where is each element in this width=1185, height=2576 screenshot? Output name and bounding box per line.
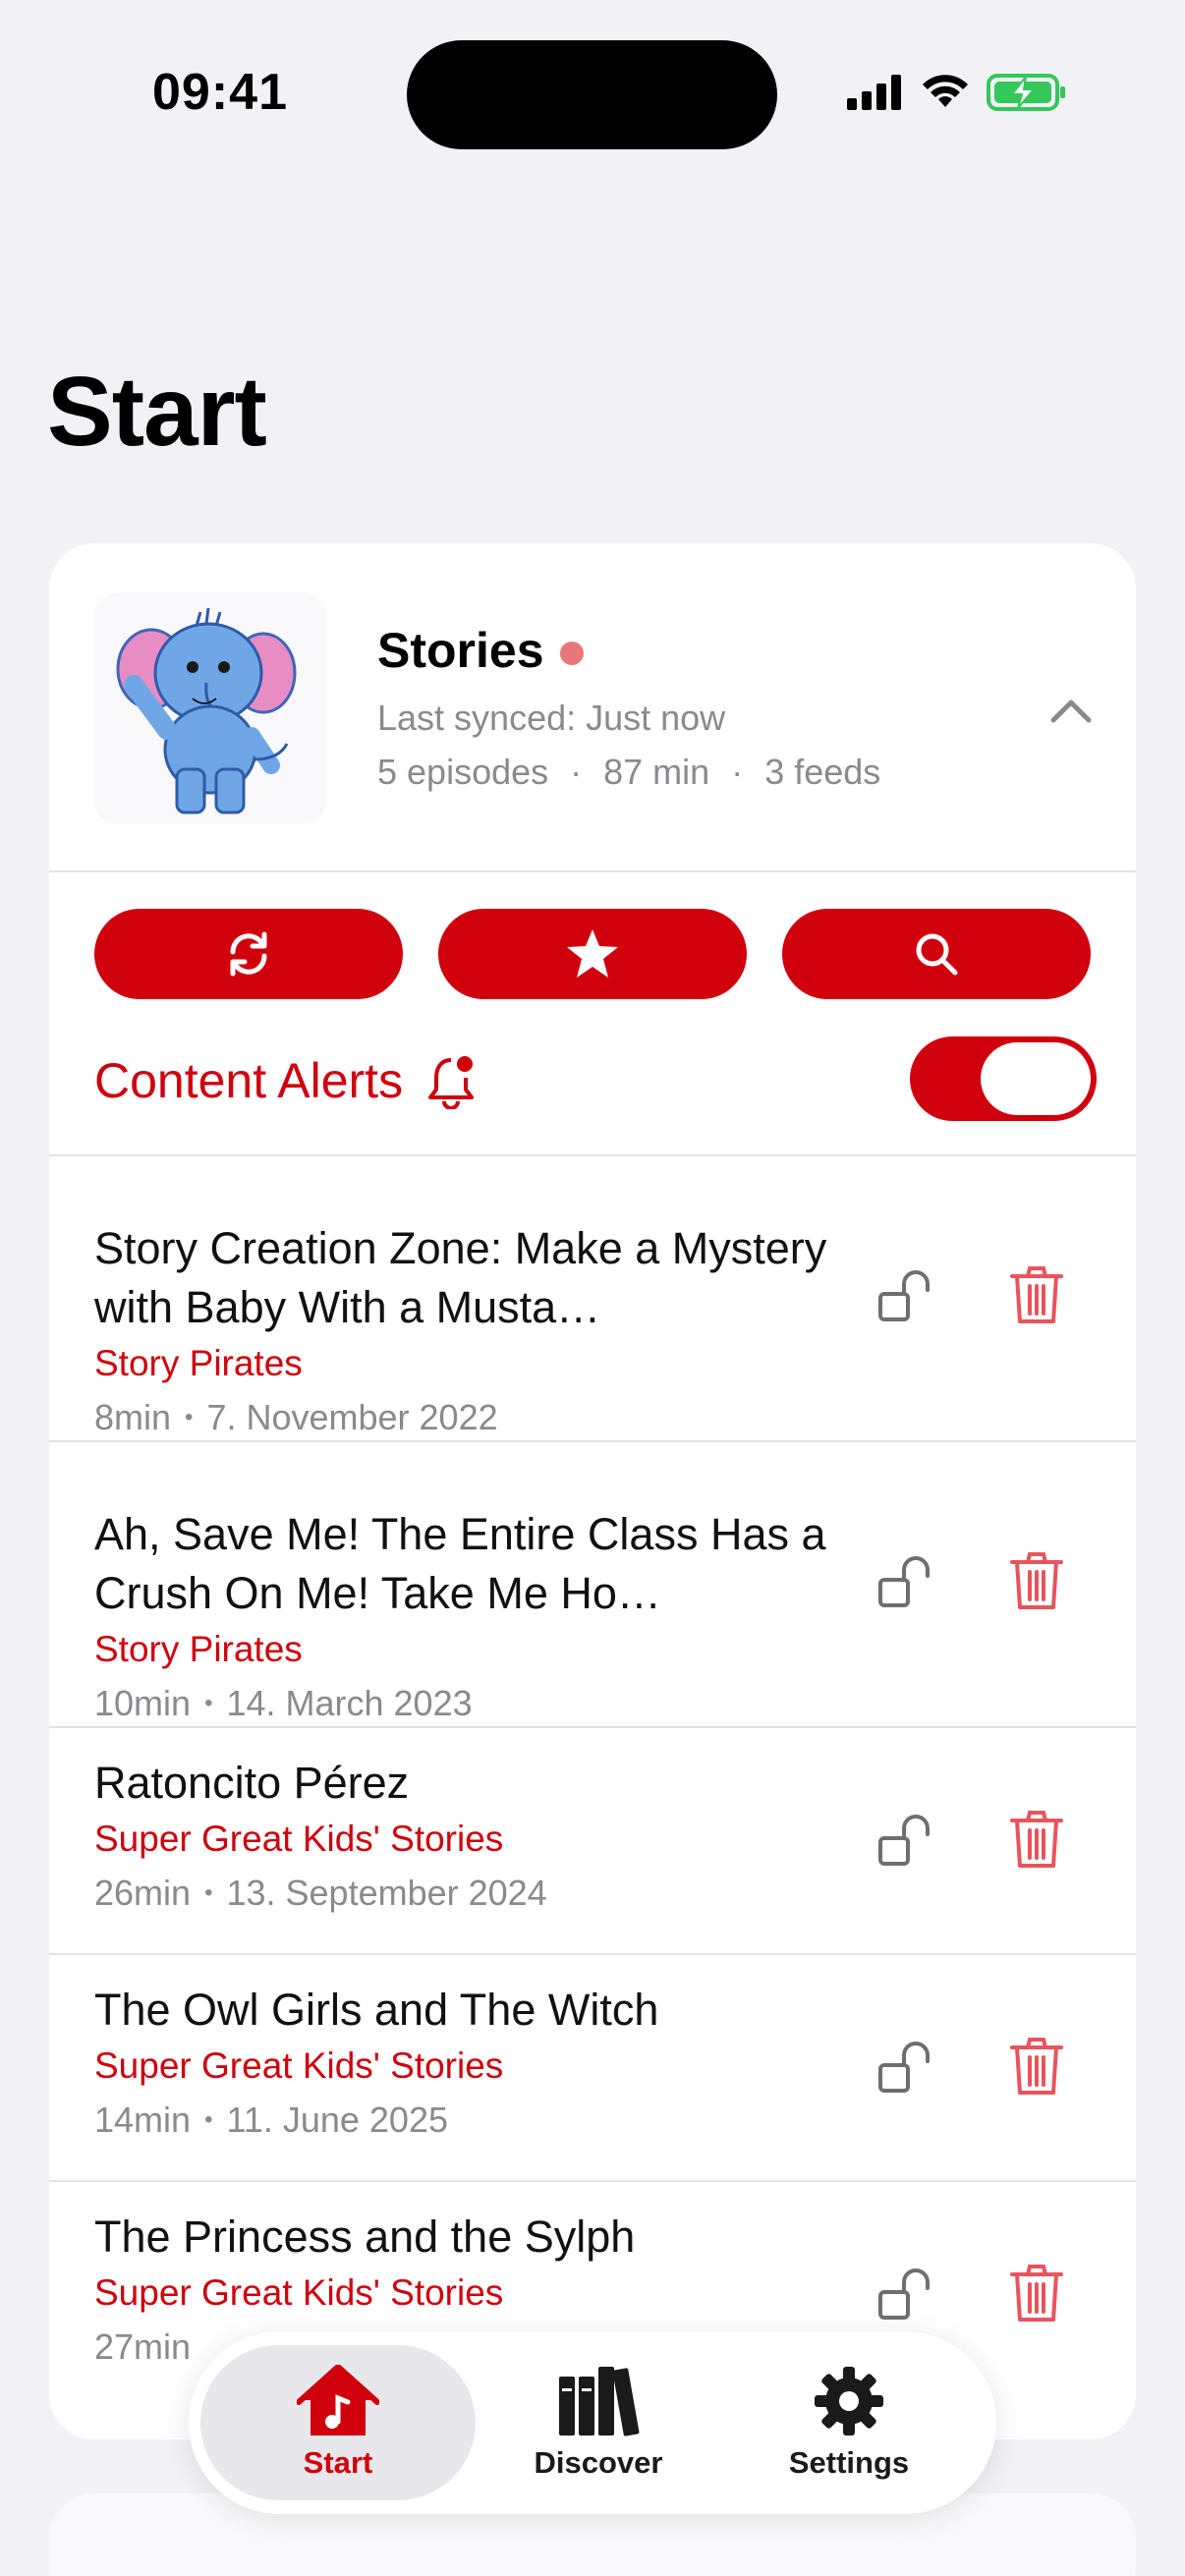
feed-header[interactable]: Stories Last synced: Just now 5 episodes… <box>49 543 1136 872</box>
trash-icon[interactable] <box>1008 1550 1065 1613</box>
content-alerts-label: Content Alerts <box>94 1053 404 1108</box>
toggle-knob <box>981 1042 1091 1115</box>
feed-card: Stories Last synced: Just now 5 episodes… <box>49 543 1136 2439</box>
list-item[interactable]: The Owl Girls and The Witch Super Great … <box>49 1955 1136 2182</box>
star-icon <box>567 929 618 978</box>
bell-badge-icon <box>428 1056 475 1109</box>
episode-title: Story Creation Zone: Make a Mystery with… <box>94 1223 827 1332</box>
episode-feed: Story Pirates <box>94 1343 303 1383</box>
dynamic-island <box>407 40 777 149</box>
gear-icon <box>815 2367 883 2436</box>
list-item[interactable]: Ratoncito Pérez Super Great Kids' Storie… <box>49 1728 1136 1955</box>
action-buttons <box>94 909 1091 999</box>
episode-title: Ah, Save Me! The Entire Class Has a Crus… <box>94 1509 826 1618</box>
trash-icon[interactable] <box>1008 1264 1065 1327</box>
wifi-icon <box>923 75 968 107</box>
episode-date: 13. September 2024 <box>226 1873 547 1913</box>
books-icon <box>559 2367 640 2436</box>
feed-artwork <box>94 592 326 824</box>
sync-icon <box>230 931 267 977</box>
meta-separator: • <box>204 2106 213 2133</box>
tab-discover[interactable]: Discover <box>476 2331 721 2514</box>
unlock-icon[interactable] <box>875 1809 937 1872</box>
sync-button[interactable] <box>94 909 403 999</box>
episode-feed: Story Pirates <box>94 1629 303 1669</box>
unlock-icon[interactable] <box>875 1550 937 1613</box>
trash-icon[interactable] <box>1008 2263 1065 2325</box>
tab-label: Discover <box>534 2445 663 2480</box>
unlock-icon[interactable] <box>875 2036 937 2099</box>
episode-meta: 26min • 13. September 2024 <box>94 1866 841 1921</box>
trash-icon[interactable] <box>1008 1809 1065 1872</box>
episode-duration: 27min <box>94 2326 192 2367</box>
episode-meta: 8min • 7. November 2022 <box>94 1390 841 1445</box>
content-alerts-row: Content Alerts <box>94 1052 478 1109</box>
search-button[interactable] <box>782 909 1091 999</box>
episode-title: Ratoncito Pérez <box>94 1758 410 1808</box>
episode-duration: 10min <box>94 1683 192 1723</box>
house-music-icon <box>297 2365 379 2436</box>
trash-icon[interactable] <box>1008 2036 1065 2099</box>
episode-duration: 14min <box>94 2100 192 2140</box>
unlock-icon[interactable] <box>875 2263 937 2325</box>
episode-feed: Super Great Kids' Stories <box>94 2045 504 2086</box>
feed-count: 3 feeds <box>764 752 881 792</box>
cellular-signal-icon <box>847 75 901 110</box>
episode-date: 7. November 2022 <box>206 1397 498 1437</box>
tab-label: Start <box>303 2445 373 2480</box>
tab-settings[interactable]: Settings <box>721 2331 977 2514</box>
episode-meta: 14min • 11. June 2025 <box>94 2093 841 2148</box>
elephant-illustration <box>116 607 297 814</box>
episode-feed: Super Great Kids' Stories <box>94 2272 504 2313</box>
total-duration: 87 min <box>603 752 710 792</box>
meta-separator: • <box>204 1690 213 1716</box>
episode-duration: 26min <box>94 1873 192 1913</box>
last-synced-text: Last synced: Just now <box>377 698 726 738</box>
tab-start[interactable]: Start <box>200 2331 476 2514</box>
new-content-dot <box>560 642 584 665</box>
episode-title: The Owl Girls and The Witch <box>94 1985 659 2035</box>
meta-separator: • <box>204 1879 213 1906</box>
chevron-up-icon[interactable] <box>1042 691 1100 730</box>
feed-stats: 5 episodes · 87 min · 3 feeds <box>377 752 880 793</box>
tab-bar: Start Discover Settings <box>189 2331 996 2514</box>
episode-date: 14. March 2023 <box>226 1683 473 1723</box>
content-alerts-toggle[interactable] <box>910 1036 1097 1121</box>
stat-separator: · <box>570 752 583 792</box>
search-icon <box>916 933 958 976</box>
feed-name: Stories <box>377 623 544 678</box>
episode-list: Story Creation Zone: Make a Mystery with… <box>49 1156 1136 2409</box>
episode-meta: 10min • 14. March 2023 <box>94 1676 841 1731</box>
episode-title: The Princess and the Sylph <box>94 2212 636 2262</box>
stat-separator: · <box>731 752 744 792</box>
episode-feed: Super Great Kids' Stories <box>94 1819 504 1859</box>
episode-count: 5 episodes <box>377 752 549 792</box>
status-icons <box>847 73 1067 112</box>
list-item[interactable]: Ah, Save Me! The Entire Class Has a Crus… <box>49 1442 1136 1728</box>
list-item[interactable]: Story Creation Zone: Make a Mystery with… <box>49 1156 1136 1442</box>
unlock-icon[interactable] <box>875 1264 937 1327</box>
status-time: 09:41 <box>152 64 288 121</box>
battery-charging-icon <box>987 73 1065 111</box>
page-title: Start <box>47 357 267 467</box>
tab-label: Settings <box>788 2445 910 2480</box>
episode-date: 11. June 2025 <box>226 2100 448 2140</box>
episode-duration: 8min <box>94 1397 172 1437</box>
favorites-button[interactable] <box>438 909 747 999</box>
meta-separator: • <box>185 1404 194 1430</box>
